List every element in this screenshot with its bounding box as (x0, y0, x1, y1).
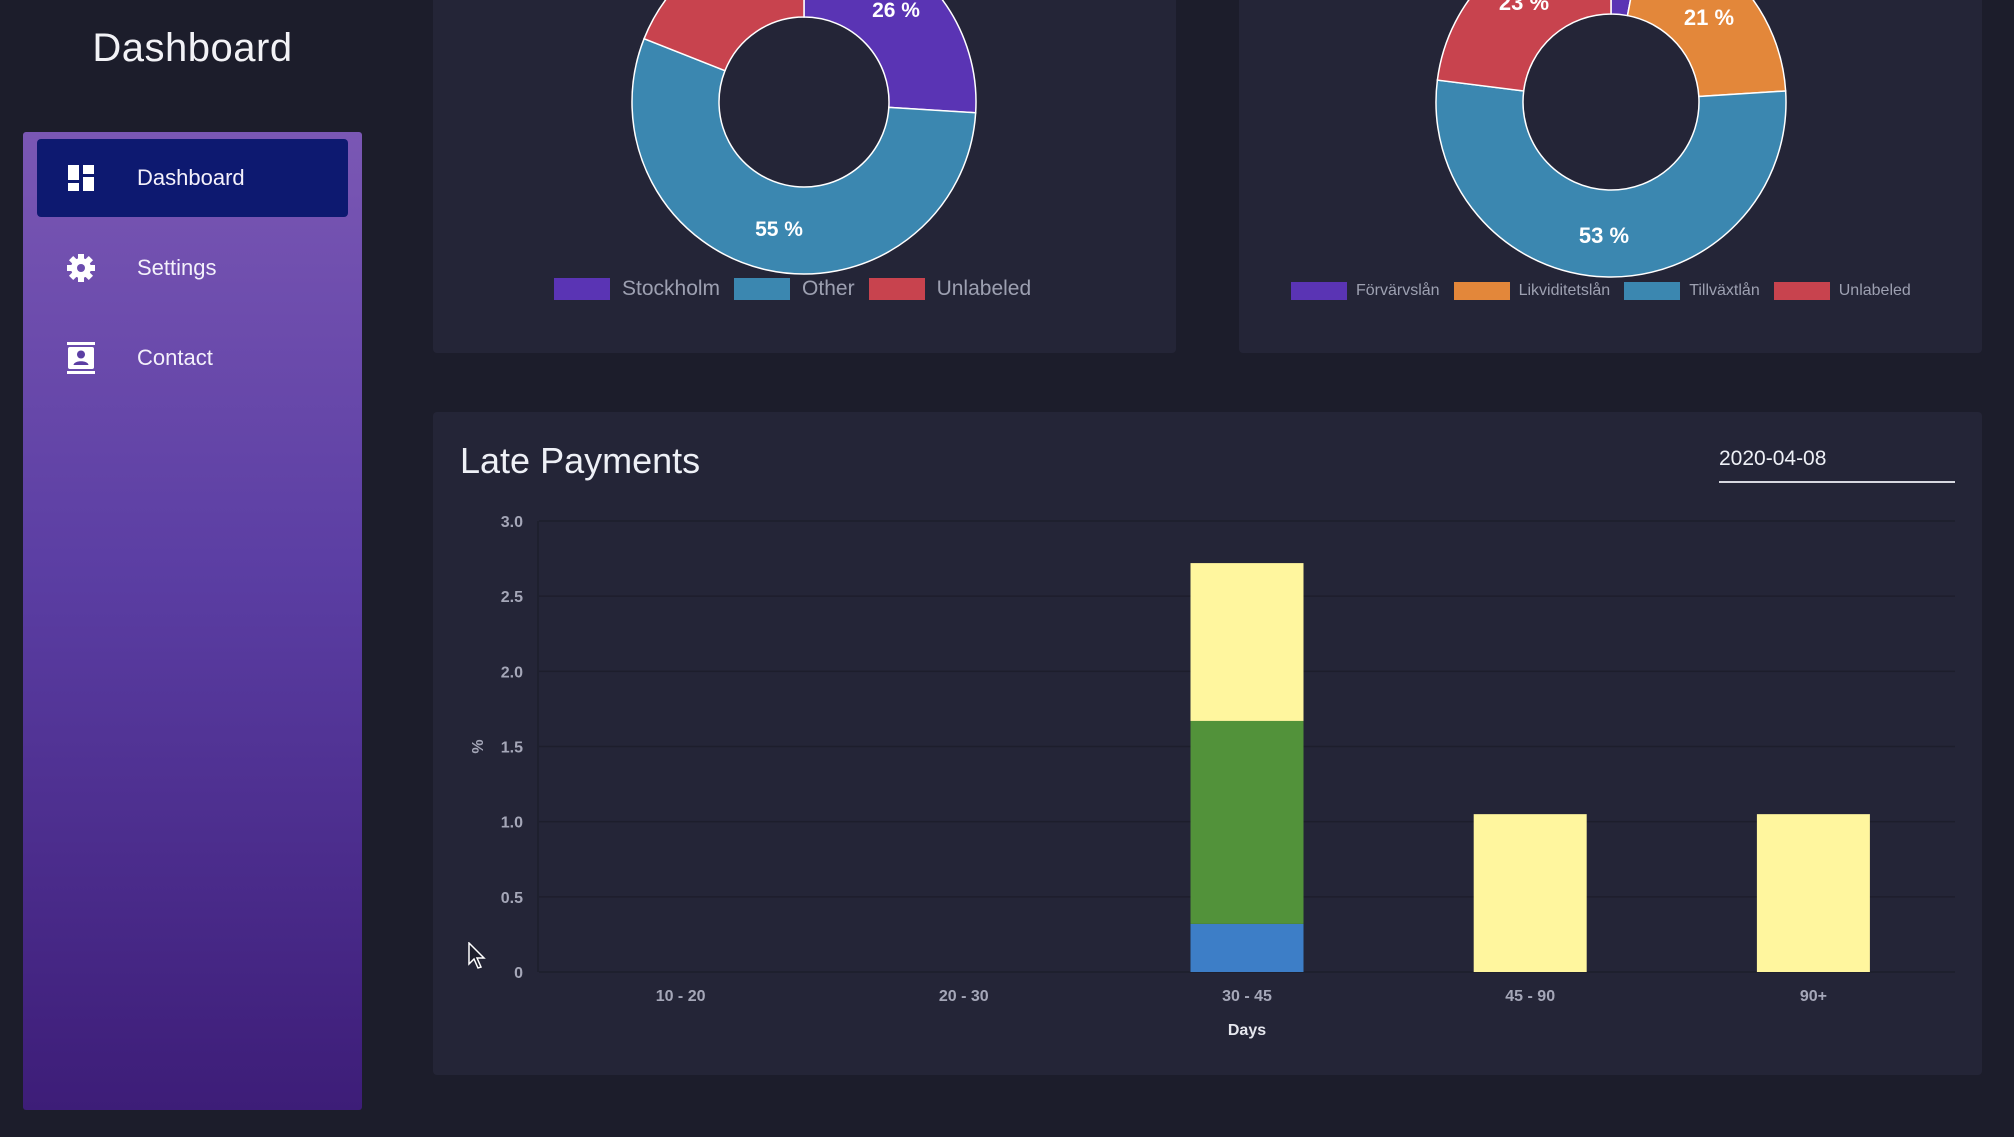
sidebar: Dashboard Settings Contact (23, 132, 362, 1110)
bar-segment (1190, 720, 1304, 924)
y-tick-label: 2.0 (501, 664, 523, 681)
dashboard-icon (66, 163, 96, 193)
legend-label: Unlabeled (936, 277, 1032, 300)
legend-item-likviditetslan[interactable]: Likviditetslån (1453, 282, 1611, 300)
legend-item-tillvaxtlan[interactable]: Tillväxtlån (1624, 282, 1760, 300)
bar-segment (1473, 814, 1587, 972)
loan-type-donut-legend: Förvärvslån Likviditetslån Tillväxtlån U… (1291, 282, 1925, 300)
slice-percent-label: 26 % (872, 0, 920, 22)
sidebar-item-contact[interactable]: Contact (37, 319, 348, 397)
y-tick-label: 1.0 (501, 815, 523, 832)
legend-label: Likviditetslån (1518, 282, 1611, 299)
legend-swatch (1453, 282, 1510, 300)
legend-swatch (1773, 282, 1830, 300)
x-tick-label: 45 - 90 (1505, 988, 1555, 1005)
y-tick-label: 1.5 (501, 740, 523, 757)
slice-percent-label: 55 % (755, 218, 803, 241)
region-donut-card: 26 % 55 % 19 % Stockholm Other Unlabeled (433, 0, 1176, 353)
legend-label: Förvärvslån (1356, 282, 1440, 299)
y-tick-label: 0.5 (501, 890, 523, 907)
y-tick-label: 0 (514, 965, 523, 982)
y-tick-label: 3.0 (501, 514, 523, 531)
legend-label: Unlabeled (1838, 282, 1911, 299)
slice-percent-label: 19 % (706, 0, 754, 2)
y-tick-label: 2.5 (501, 589, 523, 606)
gear-hole (77, 264, 85, 272)
legend-swatch (868, 278, 925, 300)
sidebar-item-label: Contact (137, 345, 213, 370)
sidebar-item-label: Settings (137, 255, 217, 280)
legend-swatch (734, 278, 791, 300)
x-tick-label: 90+ (1800, 988, 1827, 1005)
legend-item-forvarvslan[interactable]: Förvärvslån (1291, 282, 1440, 300)
late-payments-bar-chart: 0 0.5 1.0 1.5 2.0 2.5 3.0% 10 - 20 20 - 30 30 - 4… (470, 514, 1955, 1039)
x-tick-label: 10 - 20 (656, 988, 706, 1005)
legend-item-unlabeled[interactable]: Unlabeled (868, 277, 1032, 301)
app-title: Dashboard (92, 26, 293, 70)
bar-segment (1756, 814, 1870, 972)
region-donut-legend: Stockholm Other Unlabeled (554, 277, 1045, 301)
late-payments-card: Late Payments 00.51.01.52.02.53.0%10 - 2… (433, 412, 1982, 1075)
bar-segment (1190, 563, 1304, 721)
sidebar-item-settings[interactable]: Settings (37, 229, 348, 307)
app-root: Dashboard Dashboard Settings Contact 26 … (0, 0, 2014, 1137)
legend-item-stockholm[interactable]: Stockholm (554, 277, 720, 301)
x-tick-label: 30 - 45 (1222, 988, 1272, 1005)
legend-label: Other (802, 277, 855, 300)
legend-swatch (1624, 282, 1681, 300)
slice-percent-label: 21 % (1684, 5, 1734, 30)
slice-percent-label: 53 % (1579, 223, 1629, 248)
slice-percent-label: 23 % (1499, 0, 1549, 15)
region-donut-chart: 26 % 55 % 19 % (631, 0, 977, 275)
mouse-cursor-icon (468, 941, 486, 975)
legend-swatch (554, 278, 610, 300)
y-axis-label: % (470, 739, 487, 753)
gear-icon (66, 253, 96, 283)
x-tick-label: 20 - 30 (939, 988, 989, 1005)
legend-item-unlabeled[interactable]: Unlabeled (1773, 282, 1911, 300)
sidebar-item-label: Dashboard (137, 165, 245, 190)
loan-type-donut-chart: 21 % 53 % 23 % (1435, 0, 1787, 278)
legend-label: Tillväxtlån (1689, 282, 1760, 299)
loan-type-donut-card: 21 % 53 % 23 % Förvärvslån Likviditetslån … (1239, 0, 1982, 353)
legend-swatch (1291, 282, 1347, 300)
x-axis-label: Days (1228, 1022, 1266, 1039)
contact-card-icon (66, 342, 96, 374)
sidebar-item-dashboard[interactable]: Dashboard (37, 139, 348, 217)
legend-label: Stockholm (622, 277, 721, 300)
legend-item-other[interactable]: Other (734, 277, 855, 301)
bar-segment (1190, 923, 1304, 972)
